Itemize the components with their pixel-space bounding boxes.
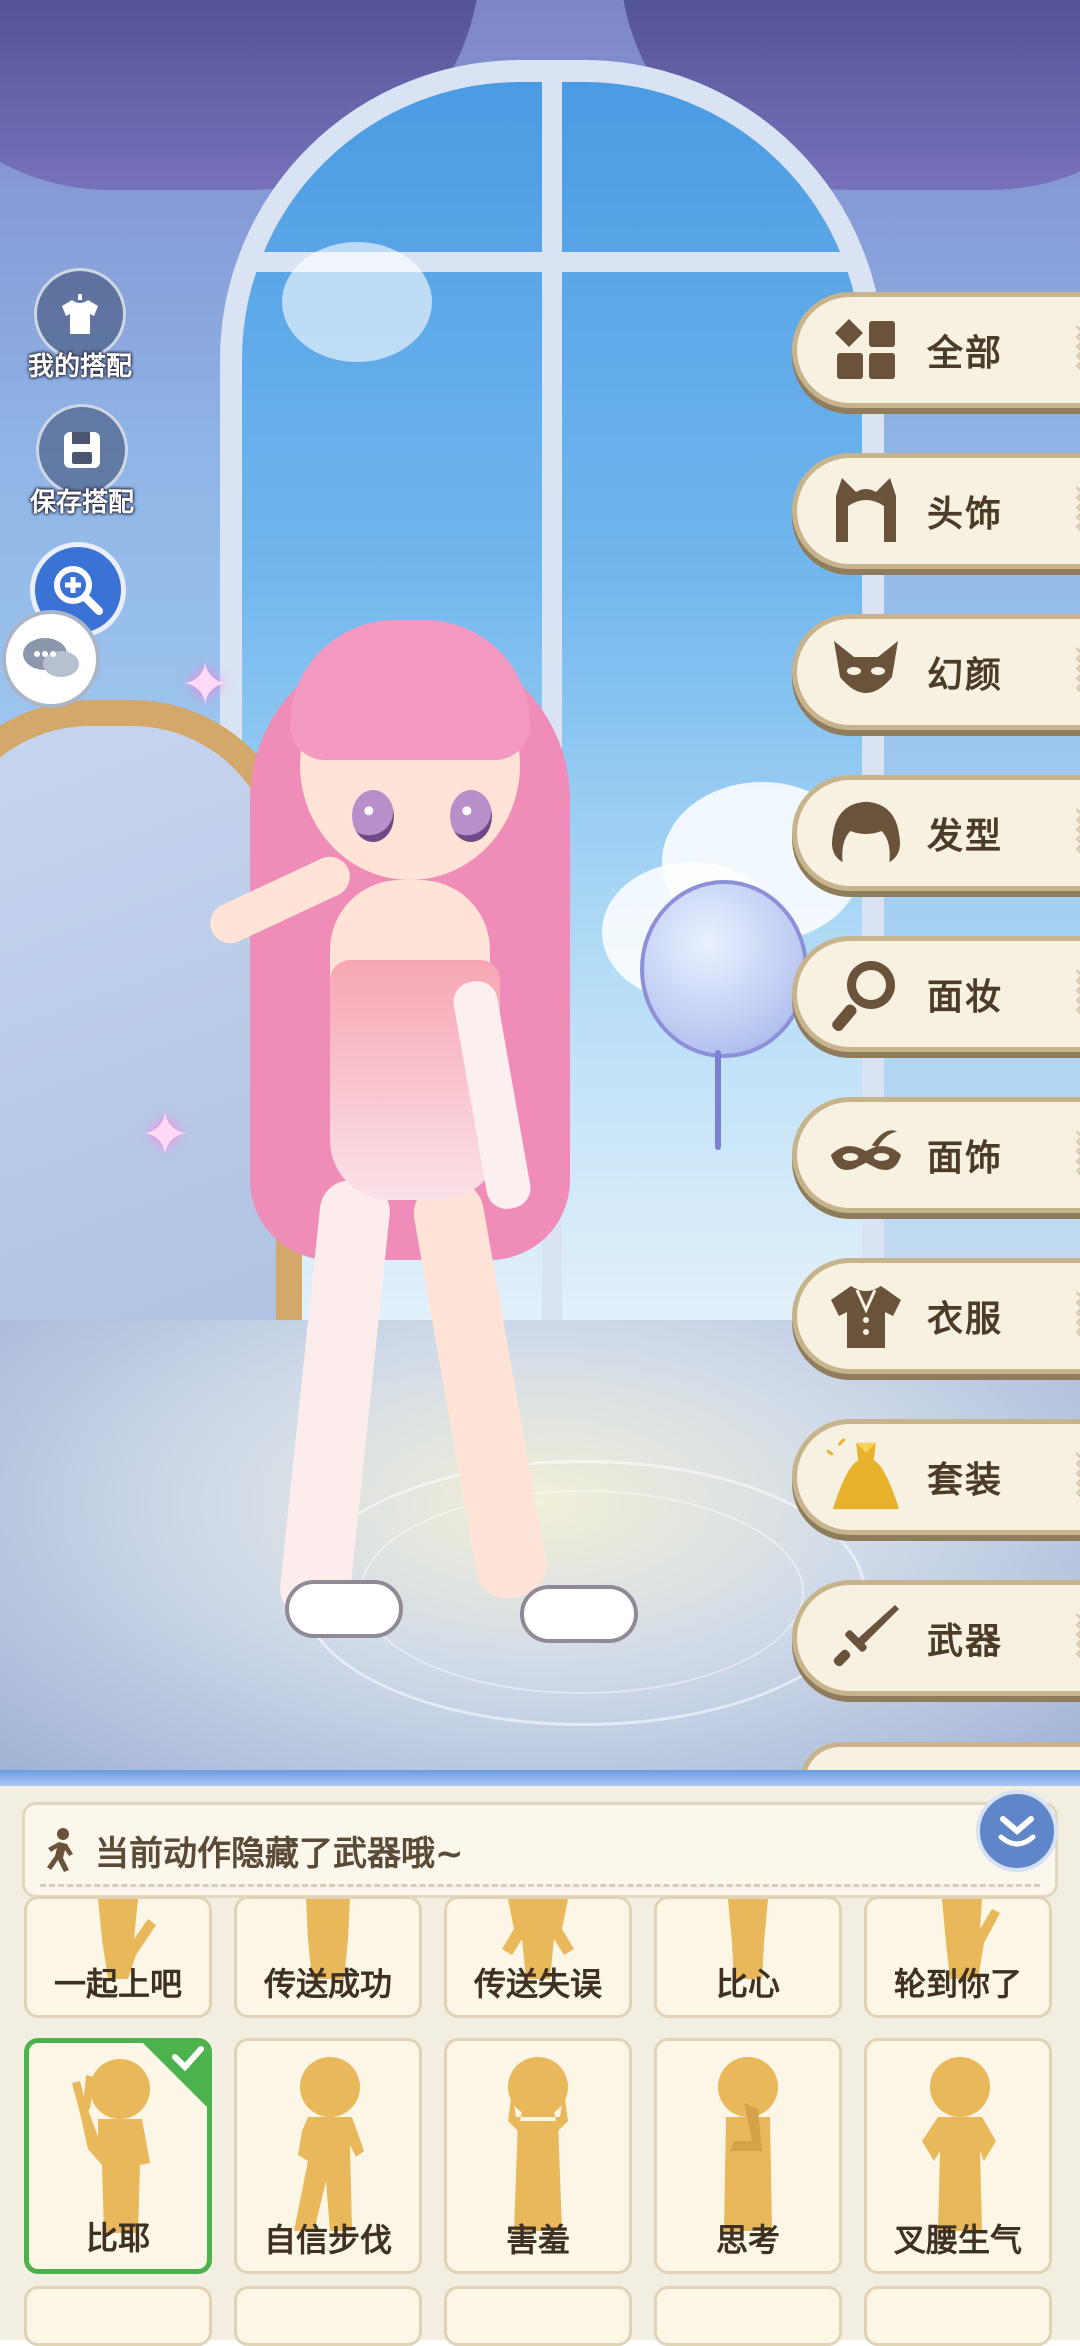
pose-figure-icon: [922, 2057, 996, 2231]
category-outfit-set[interactable]: 套装 ⦚: [792, 1419, 1080, 1535]
sparkle-icon: ✦: [180, 650, 231, 720]
action-item[interactable]: 传送失误: [444, 1896, 632, 2018]
action-item[interactable]: [654, 2286, 842, 2346]
category-makeup[interactable]: 面妆 ⦚: [792, 936, 1080, 1052]
pose-figure-icon: [294, 2057, 364, 2231]
pose-figure-icon: [508, 2057, 568, 2231]
chat-button[interactable]: [2, 610, 100, 708]
pet-balloon: [640, 880, 808, 1058]
action-item[interactable]: 传送成功: [234, 1896, 422, 2018]
category-clothing[interactable]: 衣服 ⦚: [792, 1258, 1080, 1374]
golden-dress-icon: [827, 1438, 900, 1510]
category-weapon[interactable]: 武器 ⦚: [792, 1580, 1080, 1696]
check-icon: [143, 2043, 207, 2107]
action-item[interactable]: 思考: [654, 2038, 842, 2274]
category-all[interactable]: 全部 ⦚: [792, 292, 1080, 408]
action-item[interactable]: [234, 2286, 422, 2346]
grid-icon: [835, 319, 895, 379]
mirror-icon: [832, 961, 895, 1031]
action-item[interactable]: [444, 2286, 632, 2346]
pose-figure-icon: [718, 2057, 778, 2231]
action-item[interactable]: 害羞: [444, 2038, 632, 2274]
eye-mask-icon: [830, 1130, 902, 1170]
action-panel: 当前动作隐藏了武器哦~ 一起上吧 传送成功 传送失误 比心 轮到你了 比耶 自信…: [0, 1770, 1080, 2346]
fox-mask-icon: [834, 641, 898, 693]
category-hairstyle[interactable]: 发型 ⦚: [792, 775, 1080, 891]
shirt-hanger-icon: [62, 294, 98, 334]
shirt-icon: [831, 1286, 901, 1348]
action-item[interactable]: [24, 2286, 212, 2346]
category-headwear[interactable]: 头饰 ⦚: [792, 453, 1080, 569]
cat-ears-icon: [836, 478, 896, 542]
action-item[interactable]: 比心: [654, 1896, 842, 2018]
action-item[interactable]: 轮到你了: [864, 1896, 1052, 2018]
action-item[interactable]: 自信步伐: [234, 2038, 422, 2274]
category-face-accessory[interactable]: 面饰 ⦚: [792, 1097, 1080, 1213]
action-item-selected[interactable]: 比耶: [24, 2038, 212, 2274]
save-outfit-button[interactable]: 保存搭配: [30, 404, 134, 519]
save-icon: [64, 432, 100, 468]
hair-icon: [831, 801, 901, 863]
running-figure-icon: [47, 1828, 73, 1872]
sparkle-icon: ✦: [140, 1100, 191, 1170]
chat-bubbles-icon: [23, 638, 79, 677]
sword-icon: [833, 1605, 899, 1667]
action-item[interactable]: [864, 2286, 1052, 2346]
my-outfits-button[interactable]: 我的搭配: [28, 268, 132, 383]
action-item[interactable]: 一起上吧: [24, 1896, 212, 2018]
category-face-mask[interactable]: 幻颜 ⦚: [792, 614, 1080, 730]
action-item[interactable]: 叉腰生气: [864, 2038, 1052, 2274]
chevron-down-icon: [998, 1816, 1036, 1847]
category-list: 全部 ⦚ 头饰 ⦚ 幻颜 ⦚ 发型 ⦚ 面妆 ⦚ 面饰 ⦚ 衣服 ⦚ 套装 ⦚ …: [792, 292, 1080, 1741]
collapse-panel-button[interactable]: [976, 1790, 1058, 1872]
